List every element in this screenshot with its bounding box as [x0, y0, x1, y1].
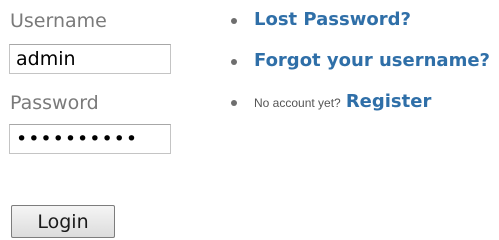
username-label: Username [10, 10, 107, 32]
account-links-list: Lost Password? Forgot your username? No … [228, 5, 490, 128]
lost-password-link[interactable]: Lost Password? [254, 9, 411, 30]
password-input[interactable] [9, 124, 171, 154]
forgot-username-link[interactable]: Forgot your username? [254, 50, 490, 71]
login-button[interactable]: Login [11, 205, 115, 238]
password-label: Password [10, 92, 99, 114]
list-item-lost-password: Lost Password? [228, 5, 490, 46]
username-input[interactable] [9, 44, 171, 74]
bullet-icon [231, 100, 237, 106]
list-item-forgot-username: Forgot your username? [228, 46, 490, 87]
bullet-icon [231, 59, 237, 65]
bullet-icon [231, 18, 237, 24]
register-link[interactable]: Register [346, 91, 432, 112]
list-item-register: No account yet? Register [228, 87, 490, 128]
no-account-text: No account yet? [254, 96, 341, 110]
